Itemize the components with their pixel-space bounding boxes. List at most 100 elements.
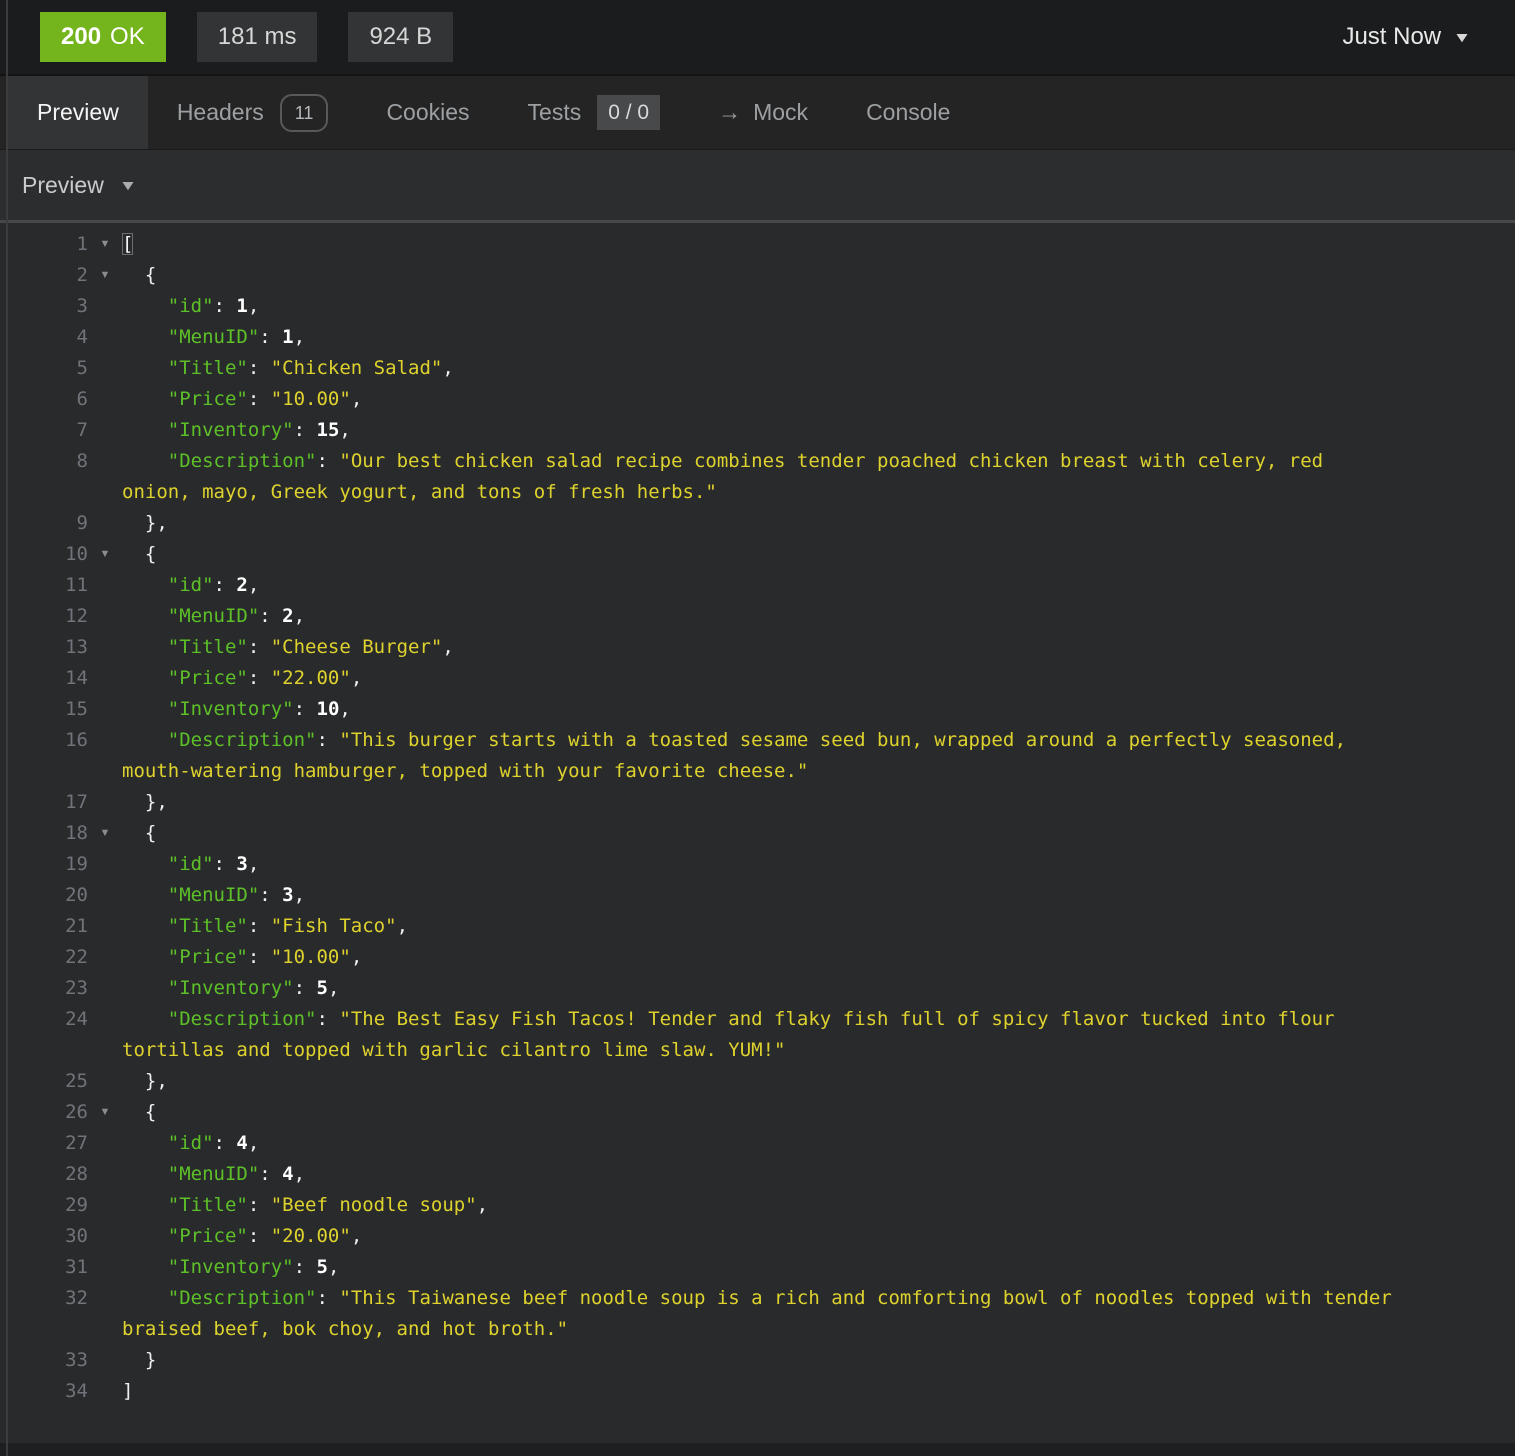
tab-console[interactable]: Console <box>837 76 979 149</box>
line-number: 32 <box>65 1287 88 1309</box>
line-number: 12 <box>65 605 88 627</box>
code-text: "id": 2, <box>167 574 260 596</box>
fold-arrow-icon[interactable]: ▼ <box>88 539 122 570</box>
code-text: "Description": "This Taiwanese beef nood… <box>167 1287 1392 1309</box>
headers-count-badge: 11 <box>279 93 329 132</box>
code-text: { <box>122 264 157 286</box>
code-text: ] <box>122 1380 134 1402</box>
code-text: "MenuID": 3, <box>167 884 306 906</box>
code-line: braised beef, bok choy, and hot broth." <box>0 1314 1515 1345</box>
arrow-right-icon: → <box>718 99 742 125</box>
line-number: 10 <box>65 543 88 565</box>
line-number: 26 <box>65 1101 88 1123</box>
code-line: 1 ▼[ <box>0 229 1515 260</box>
line-number: 19 <box>65 853 88 875</box>
fold-arrow-icon[interactable]: ▼ <box>88 1097 122 1128</box>
fold-arrow-icon[interactable]: ▼ <box>88 818 122 849</box>
tab-cookies-label: Cookies <box>386 99 470 125</box>
tab-preview[interactable]: Preview <box>8 76 148 149</box>
status-text: OK <box>110 23 145 50</box>
preview-format-dropdown[interactable]: Preview <box>22 172 104 199</box>
preview-format-bar: Preview ▼ <box>0 150 1515 223</box>
code-text: "Price": "20.00", <box>167 1225 363 1247</box>
code-line: 27 "id": 4, <box>0 1128 1515 1159</box>
code-text: "Title": "Beef noodle soup", <box>167 1194 489 1216</box>
response-status-bar: 200 OK 181 ms 924 B Just Now ▼ <box>0 0 1515 76</box>
tab-console-label: Console <box>866 99 951 125</box>
fold-arrow-icon[interactable]: ▼ <box>88 229 122 260</box>
tab-preview-label: Preview <box>37 99 119 125</box>
code-line: 24 "Description": "The Best Easy Fish Ta… <box>0 1004 1515 1035</box>
code-text: }, <box>122 512 168 534</box>
code-line: 10 ▼ { <box>0 539 1515 570</box>
line-number <box>0 1314 88 1345</box>
code-text: "MenuID": 2, <box>167 605 306 627</box>
line-number: 33 <box>65 1349 88 1371</box>
code-text: "Inventory": 5, <box>167 1256 340 1278</box>
status-badge: 200 OK <box>40 12 166 62</box>
history-dropdown[interactable]: Just Now ▼ <box>1342 23 1472 51</box>
line-number: 23 <box>65 977 88 999</box>
code-line: 5 "Title": "Chicken Salad", <box>0 353 1515 384</box>
code-text: { <box>122 543 157 565</box>
code-line: 13 "Title": "Cheese Burger", <box>0 632 1515 663</box>
line-number: 1 <box>76 233 88 255</box>
line-number: 4 <box>76 326 88 348</box>
line-number: 27 <box>65 1132 88 1154</box>
line-number <box>0 756 88 787</box>
code-text: [ <box>122 233 134 255</box>
code-line: 18 ▼ { <box>0 818 1515 849</box>
code-line: 31 "Inventory": 5, <box>0 1252 1515 1283</box>
code-text: "Price": "22.00", <box>167 667 363 689</box>
fold-arrow-icon[interactable]: ▼ <box>88 260 122 291</box>
line-number: 14 <box>65 667 88 689</box>
tab-headers[interactable]: Headers 11 <box>148 76 358 149</box>
line-number: 17 <box>65 791 88 813</box>
code-line: 6 "Price": "10.00", <box>0 384 1515 415</box>
code-line: 15 "Inventory": 10, <box>0 694 1515 725</box>
code-text: braised beef, bok choy, and hot broth." <box>122 1318 569 1340</box>
code-text: "Title": "Fish Taco", <box>167 915 409 937</box>
code-text: "MenuID": 4, <box>167 1163 306 1185</box>
line-number: 8 <box>76 450 88 472</box>
tab-tests[interactable]: Tests 0 / 0 <box>499 76 690 149</box>
code-line: 11 "id": 2, <box>0 570 1515 601</box>
line-number <box>0 477 88 508</box>
line-number: 13 <box>65 636 88 658</box>
chevron-down-icon: ▼ <box>1452 29 1472 45</box>
tab-mock[interactable]: → Mock <box>689 76 837 149</box>
code-text: "Description": "Our best chicken salad r… <box>167 450 1324 472</box>
code-line: 14 "Price": "22.00", <box>0 663 1515 694</box>
code-line: 33 } <box>0 1345 1515 1376</box>
code-text: "MenuID": 1, <box>167 326 306 348</box>
code-text: "Title": "Cheese Burger", <box>167 636 454 658</box>
code-text: mouth-watering hamburger, topped with yo… <box>122 760 809 782</box>
code-line: mouth-watering hamburger, topped with yo… <box>0 756 1515 787</box>
code-area[interactable]: 1 ▼[2 ▼ {3 "id": 1, 4 "MenuID": 1, 5 "Title"… <box>0 223 1515 1437</box>
panel-left-border <box>6 0 8 1456</box>
tab-cookies[interactable]: Cookies <box>357 76 498 149</box>
line-number: 21 <box>65 915 88 937</box>
history-label: Just Now <box>1342 23 1442 50</box>
line-number: 2 <box>76 264 88 286</box>
code-line: 29 "Title": "Beef noodle soup", <box>0 1190 1515 1221</box>
